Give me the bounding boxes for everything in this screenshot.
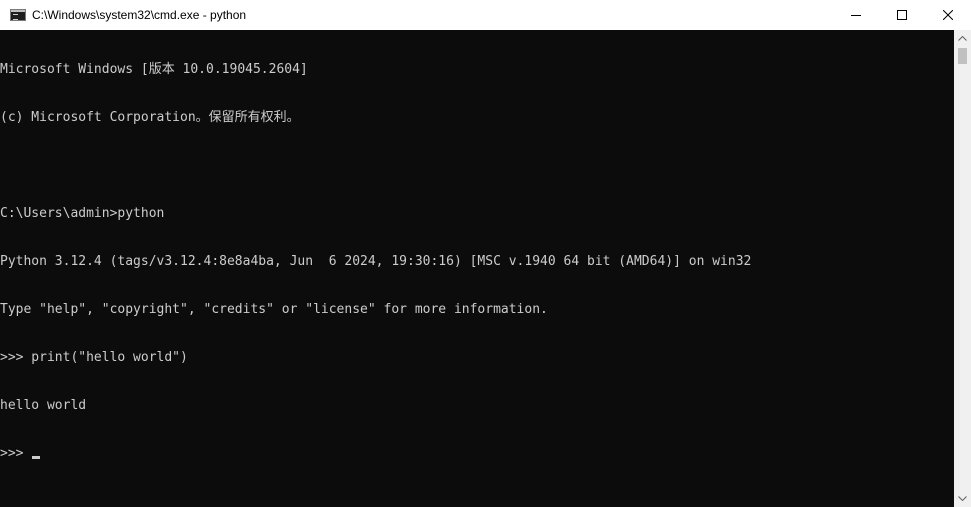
console-line: (c) Microsoft Corporation。保留所有权利。 [0, 110, 300, 125]
scroll-up-button[interactable] [954, 30, 971, 47]
console-line: C:\Users\admin>python [0, 206, 165, 221]
scroll-down-button[interactable] [954, 490, 971, 507]
console-text: Microsoft Windows [版本 10.0.19045.2604] (… [0, 30, 954, 494]
console-line: Python 3.12.4 (tags/v3.12.4:8e8a4ba, Jun… [0, 254, 752, 269]
close-button[interactable] [925, 0, 971, 30]
maximize-icon [897, 10, 907, 20]
console-line: Type "help", "copyright", "credits" or "… [0, 302, 548, 317]
chevron-up-icon [958, 36, 967, 41]
vertical-scrollbar[interactable] [954, 30, 971, 507]
console-line: Microsoft Windows [版本 10.0.19045.2604] [0, 62, 308, 77]
python-prompt: >>> [0, 446, 32, 461]
maximize-button[interactable] [879, 0, 925, 30]
console-line: hello world [0, 398, 87, 413]
scroll-thumb[interactable] [958, 48, 967, 64]
text-cursor [32, 456, 41, 459]
close-icon [943, 10, 953, 20]
input-line[interactable]: >>> [0, 446, 954, 462]
cmd-window: C:\Windows\system32\cmd.exe - python Mic… [0, 0, 971, 507]
chevron-down-icon [958, 496, 967, 501]
console-line: >>> print("hello world") [0, 350, 188, 365]
window-title: C:\Windows\system32\cmd.exe - python [32, 8, 247, 22]
minimize-button[interactable] [833, 0, 879, 30]
cmd-console-icon[interactable] [10, 9, 26, 21]
console-output[interactable]: Microsoft Windows [版本 10.0.19045.2604] (… [0, 30, 954, 507]
minimize-icon [851, 15, 861, 16]
title-bar[interactable]: C:\Windows\system32\cmd.exe - python [0, 0, 971, 30]
